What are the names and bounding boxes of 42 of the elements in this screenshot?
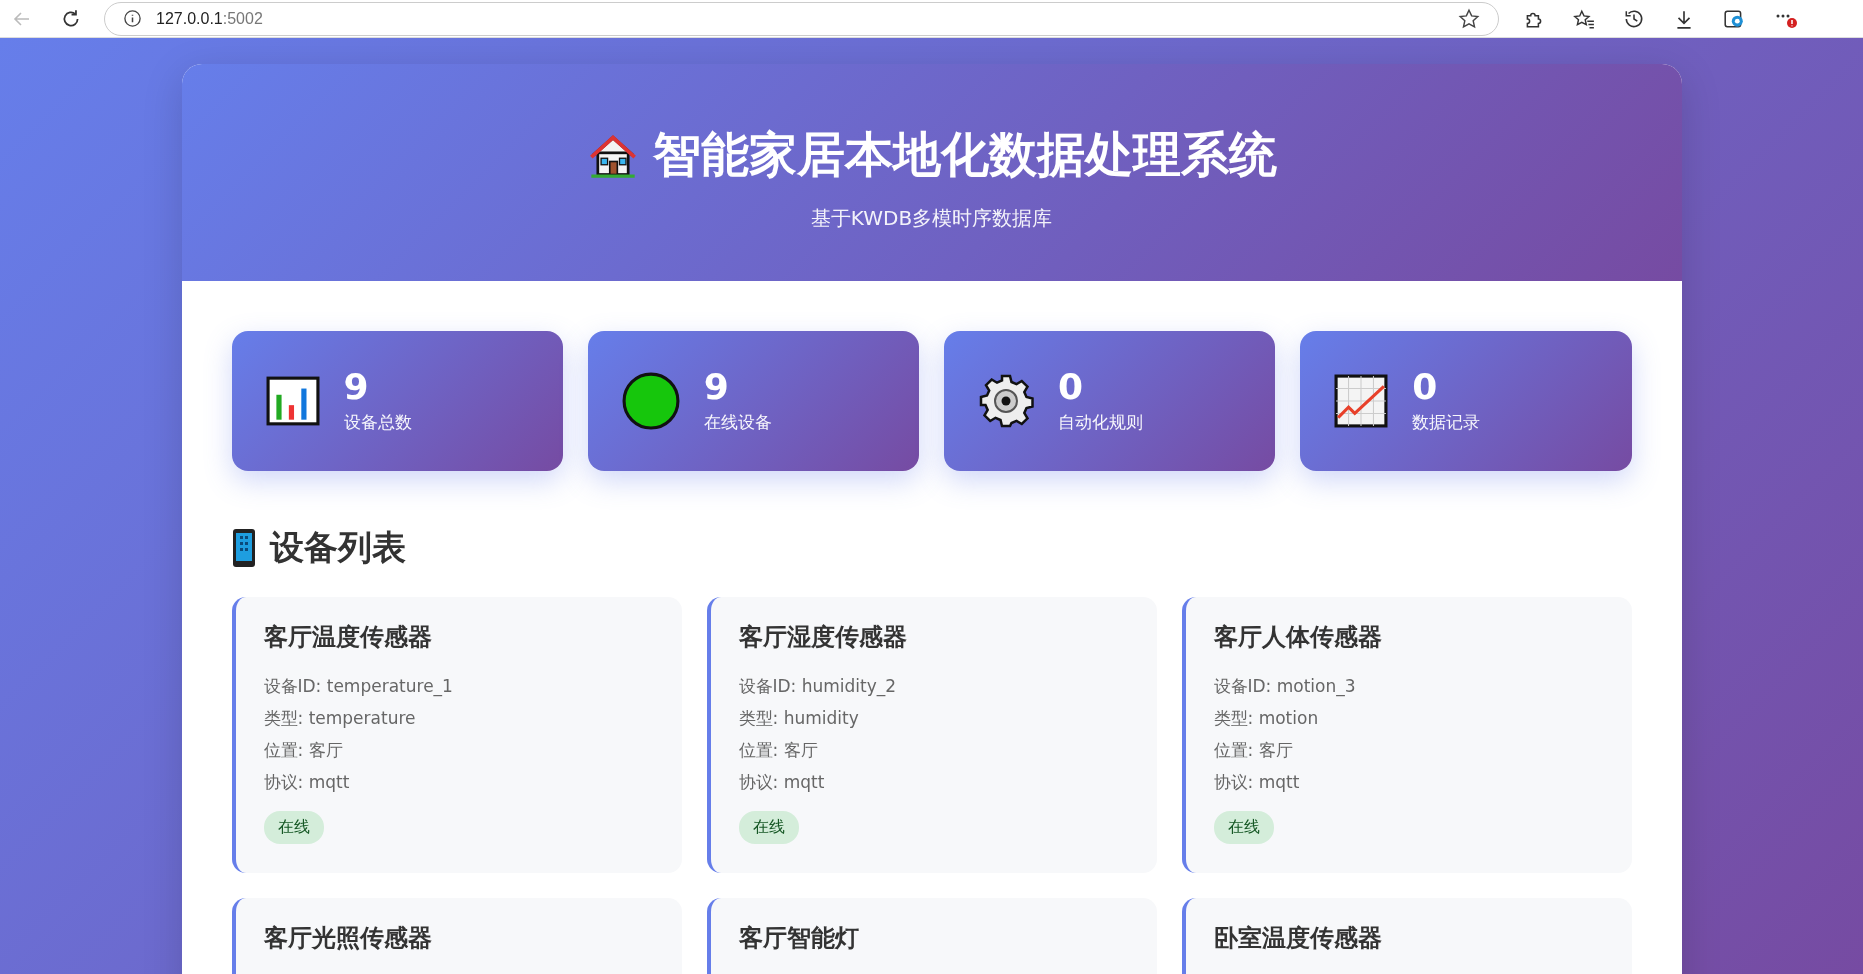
page-subtitle: 基于KWDB多模时序数据库 [810,205,1053,232]
line-chart-icon [1334,374,1389,428]
device-name: 客厅人体传感器 [1213,622,1383,653]
stat-value: 0 [1412,367,1439,406]
history-icon[interactable] [1623,7,1645,30]
device-detail: 位置: 客厅 [1213,739,1294,761]
stat-value: 9 [343,367,370,406]
stat-label: 在线设备 [703,411,772,435]
gear-icon [978,373,1034,429]
device-detail: 设备ID: temperature_1 [263,675,454,697]
stat-label: 设备总数 [343,411,412,435]
info-icon[interactable] [123,9,142,28]
stat-label: 自动化规则 [1058,411,1143,435]
device-detail: 协议: mqtt [1213,771,1301,793]
device-name: 卧室温度传感器 [1213,923,1383,954]
section-heading: 设备列表 [269,526,406,569]
stat-label: 数据记录 [1412,411,1481,435]
phone-icon [231,528,256,568]
device-detail: 设备ID: humidity_2 [738,675,898,697]
device-name: 客厅温度传感器 [263,622,433,653]
circle-icon [621,372,680,430]
device-name: 客厅智能灯 [738,923,860,954]
device-detail: 类型: humidity [738,707,860,729]
stat-value: 9 [703,367,730,406]
device-detail: 类型: temperature [263,707,417,729]
device-detail: 类型: motion [1213,707,1320,729]
page-title: 智能家居本地化数据处理系统 [652,125,1277,184]
bar-chart-icon [265,376,320,426]
stat-value: 0 [1058,367,1085,406]
status-badge: 在线 [738,811,799,844]
device-name: 客厅光照传感器 [263,923,433,954]
favorites-icon[interactable] [1573,7,1595,30]
url-text: 127.0.0.1:5002 [156,9,263,28]
device-detail: 协议: mqtt [263,771,351,793]
device-name: 客厅湿度传感器 [738,622,908,653]
status-badge: 在线 [263,811,324,844]
device-detail: 设备ID: motion_3 [1213,675,1357,697]
device-detail: 协议: mqtt [738,771,826,793]
star-icon[interactable] [1458,7,1480,30]
device-detail: 位置: 客厅 [738,739,819,761]
status-badge: 在线 [1213,811,1274,844]
device-detail: 位置: 客厅 [263,739,344,761]
